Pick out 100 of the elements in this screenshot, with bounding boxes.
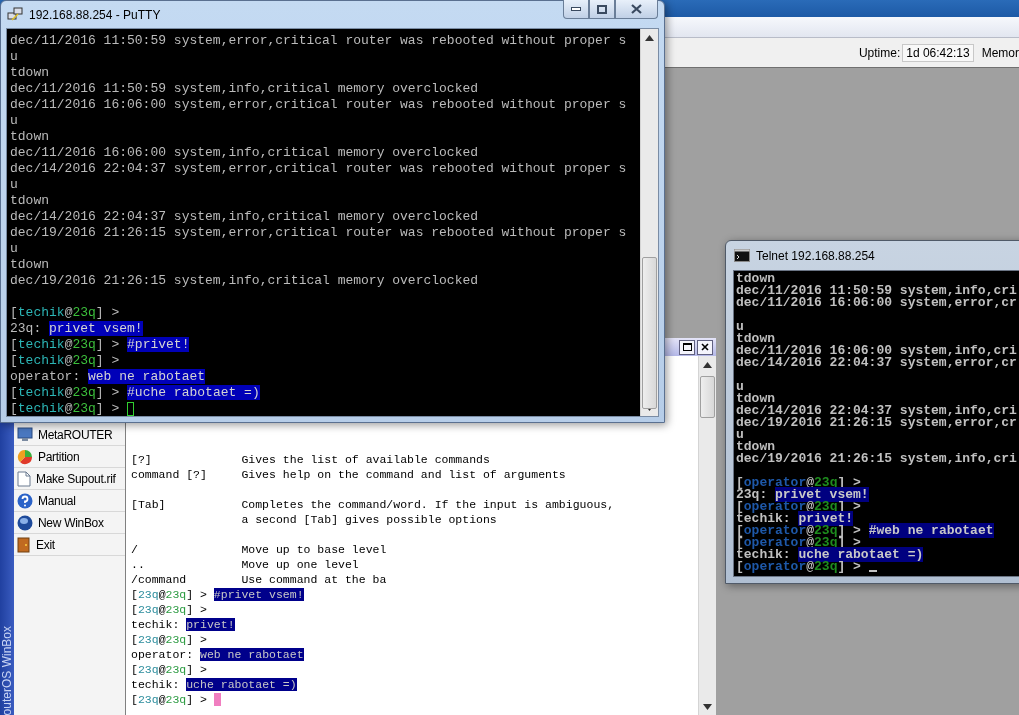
document-icon (17, 470, 31, 487)
sidebar-item[interactable]: New WinBox (14, 512, 125, 534)
terminal-line: techik: uche rabotaet =) (736, 549, 925, 561)
close-button[interactable] (615, 0, 658, 19)
sidebar-item-label: Partition (38, 449, 80, 464)
terminal-line: u (736, 429, 744, 441)
up-arrow-icon[interactable] (645, 34, 654, 41)
window-title: Telnet 192.168.88.254 (756, 248, 876, 263)
terminal-line: 23q: privet vsem! (736, 489, 870, 501)
sidebar-item[interactable]: Partition (14, 446, 125, 468)
uptime-label: Uptime: (858, 45, 901, 60)
sphere-icon (17, 514, 33, 531)
terminal-line: a second [Tab] gives possible options (240, 512, 498, 527)
minimize-icon (571, 7, 581, 11)
terminal-line: tdown (736, 273, 775, 285)
terminal-line: [?] Gives the list of available commands (131, 452, 491, 467)
terminal-line: [23q@23q] > (131, 692, 698, 707)
sidebar-item-label: Exit (36, 537, 55, 552)
terminal-line: u (10, 113, 19, 129)
close-button[interactable] (697, 339, 713, 355)
sidebar-item-label: Make Supout.rif (36, 471, 116, 486)
door-icon (17, 536, 31, 553)
terminal-line: u (10, 241, 19, 257)
sidebar-item[interactable]: Make Supout.rif (14, 468, 125, 490)
terminal-line: dec/14/2016 22:04:37 system,error,critical router was rebooted without proper s (10, 161, 628, 177)
terminal-line: command [?] Gives help on the command and list of arguments (131, 467, 567, 482)
sidebar-item[interactable]: Exit (14, 534, 125, 556)
up-arrow-icon[interactable] (703, 361, 712, 368)
help-icon (17, 492, 33, 509)
terminal-line: / Move up to base level (131, 542, 388, 557)
terminal-line: tdown (736, 441, 775, 453)
monitor-icon (17, 427, 33, 442)
minimize-button[interactable] (563, 0, 589, 19)
terminal-line: [operator@23q] > (736, 561, 1019, 573)
terminal-line: techik: uche rabotaet =) (131, 677, 298, 692)
console-icon (734, 249, 750, 262)
terminal-line: dec/19/2016 21:26:15 system,info,cri (736, 453, 1018, 465)
maximize-icon (682, 343, 692, 351)
terminal-line: [Tab] Completes the command/word. If the input is ambiguous, (131, 497, 616, 512)
pie-chart-icon (17, 448, 33, 465)
terminal-line: dec/19/2016 21:26:15 system,error,cr (736, 417, 1018, 429)
terminal-line: dec/14/2016 22:04:37 system,error,cr (736, 357, 1018, 369)
sidebar-item-label: Manual (38, 493, 76, 508)
uptime-field: 1d 06:42:13 (902, 43, 974, 62)
terminal-line: u (10, 49, 19, 65)
window-title: 192.168.88.254 - PuTTY (29, 7, 162, 22)
terminal-line: dec/19/2016 21:26:15 system,error,critical router was rebooted without proper s (10, 225, 628, 241)
scrollbar-thumb[interactable] (642, 257, 657, 409)
terminal-line: dec/14/2016 22:04:37 system,info,critical memory overclocked (10, 209, 480, 225)
scrollbar[interactable] (640, 29, 658, 416)
terminal-line: tdown (736, 333, 775, 345)
terminal-line: operator: web ne rabotaet (10, 369, 207, 385)
close-icon (631, 4, 642, 14)
scrollbar-thumb[interactable] (700, 376, 715, 418)
terminal-line: [techik@23q] > (10, 401, 640, 416)
scrollbar[interactable] (698, 356, 716, 715)
terminal-line: operator: web ne rabotaet (131, 647, 305, 662)
terminal-line: dec/11/2016 16:06:00 system,info,critical memory overclocked (10, 145, 480, 161)
down-arrow-icon[interactable] (703, 703, 712, 710)
terminal-line: [techik@23q] > (10, 353, 121, 369)
terminal-line: [23q@23q] > (131, 602, 208, 617)
terminal-line: u (10, 177, 19, 193)
terminal-line: techik: privet! (131, 617, 236, 632)
terminal-line: [operator@23q] > #web ne rabotaet (736, 525, 995, 537)
terminal-line: dec/11/2016 11:50:59 system,info,cri (736, 285, 1018, 297)
terminal-line: [23q@23q] > (131, 662, 208, 677)
terminal-line: dec/11/2016 11:50:59 system,info,critical memory overclocked (10, 81, 480, 97)
terminal-line: .. Move up one level (131, 557, 360, 572)
terminal-line: tdown (736, 393, 775, 405)
terminal-line: techik: privet! (736, 513, 855, 525)
terminal-line: dec/11/2016 16:06:00 system,error,cr (736, 297, 1018, 309)
terminal-line: dec/14/2016 22:04:37 system,info,cri (736, 405, 1018, 417)
terminal-line: dec/11/2016 16:06:00 system,info,cri (736, 345, 1018, 357)
terminal-line: tdown (10, 193, 50, 209)
memory-label: Memor (981, 45, 1019, 60)
terminal-line: /command Use command at the ba (131, 572, 388, 587)
terminal-line: tdown (10, 257, 50, 273)
computers-icon (7, 6, 23, 23)
sidebar-item[interactable]: MetaROUTER (14, 424, 125, 446)
terminal-line: [23q@23q] > (131, 632, 208, 647)
close-icon (701, 343, 709, 351)
maximize-icon (597, 4, 607, 14)
terminal-line: [techik@23q] > #uche rabotaet =) (10, 385, 261, 401)
terminal-line: u (736, 381, 744, 393)
terminal-line: dec/19/2016 21:26:15 system,info,critical memory overclocked (10, 273, 480, 289)
terminal-line: [techik@23q] > #privet! (10, 337, 191, 353)
maximize-button[interactable] (679, 339, 695, 355)
terminal-line: tdown (10, 129, 50, 145)
sidebar-item-label: MetaROUTER (38, 427, 113, 442)
terminal-line: [techik@23q] > (10, 305, 121, 321)
sidebar-item-label: New WinBox (38, 515, 104, 530)
terminal-line: dec/11/2016 16:06:00 system,error,critical router was rebooted without proper s (10, 97, 628, 113)
banner-text: outerOS WinBox (0, 625, 14, 715)
terminal-line: u (736, 321, 744, 333)
terminal-line: 23q: privet vsem! (10, 321, 144, 337)
terminal-line: tdown (10, 65, 50, 81)
sidebar-item[interactable]: Manual (14, 490, 125, 512)
maximize-button[interactable] (589, 0, 615, 19)
terminal-line: dec/11/2016 11:50:59 system,error,critical router was rebooted without proper s (10, 33, 628, 49)
terminal-line: [23q@23q] > #privet vsem! (131, 587, 305, 602)
